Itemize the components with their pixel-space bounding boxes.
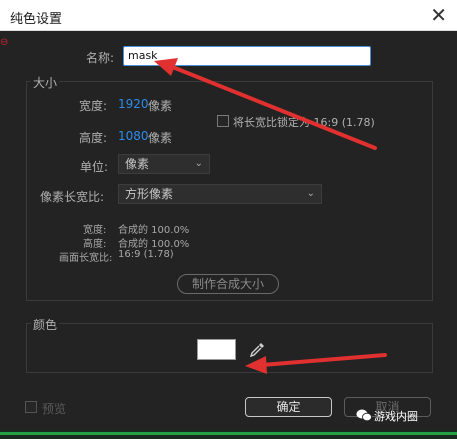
preview-label: 预览 <box>42 402 67 416</box>
wechat-icon <box>356 409 372 422</box>
eyedropper-icon[interactable] <box>247 340 267 360</box>
bottom-strip <box>0 430 457 439</box>
units-value: 像素 <box>125 157 150 171</box>
ok-button[interactable]: 确定 <box>245 397 332 417</box>
name-label: 名称: <box>86 51 115 65</box>
preview-checkbox[interactable] <box>25 401 37 413</box>
lock-aspect-label: 将长宽比锁定为 16:9 (1.78) <box>233 116 375 129</box>
info-width-label: 宽度: <box>83 225 107 236</box>
frame-aspect-value: 16:9 (1.78) <box>118 249 174 260</box>
height-value[interactable]: 1080 <box>118 129 149 143</box>
units-label: 单位: <box>80 160 109 174</box>
frame-aspect-label: 画面长宽比: <box>59 253 113 264</box>
width-value[interactable]: 1920 <box>118 97 149 111</box>
width-label: 宽度: <box>79 99 108 113</box>
chevron-down-icon: ⌄ <box>306 188 315 199</box>
edge-mark: ⊖ <box>0 37 9 48</box>
units-select[interactable]: 像素 ⌄ <box>118 154 210 174</box>
height-unit: 像素 <box>148 131 173 145</box>
lock-aspect-checkbox[interactable] <box>217 115 229 127</box>
color-swatch[interactable] <box>197 339 236 360</box>
color-section-label: 颜色 <box>31 316 60 333</box>
info-width-value: 合成的 100.0% <box>118 225 190 236</box>
width-unit: 像素 <box>148 99 173 113</box>
title-bar: 纯色设置 ✕ <box>0 0 457 31</box>
make-comp-size-button[interactable]: 制作合成大小 <box>177 274 279 294</box>
info-height-value: 合成的 100.0% <box>118 239 190 250</box>
dialog-title: 纯色设置 <box>10 12 63 27</box>
watermark-text: 游戏内圈 <box>374 410 418 423</box>
info-height-label: 高度: <box>83 239 107 250</box>
name-value: mask <box>128 49 158 62</box>
height-label: 高度: <box>79 131 108 145</box>
pixel-aspect-value: 方形像素 <box>125 187 174 201</box>
pixel-aspect-select[interactable]: 方形像素 ⌄ <box>118 184 322 204</box>
close-icon[interactable]: ✕ <box>430 3 447 27</box>
chevron-down-icon: ⌄ <box>194 158 203 169</box>
size-section-label: 大小 <box>31 74 60 91</box>
pixel-aspect-label: 像素长宽比: <box>40 190 105 204</box>
name-input[interactable]: mask <box>123 46 371 66</box>
